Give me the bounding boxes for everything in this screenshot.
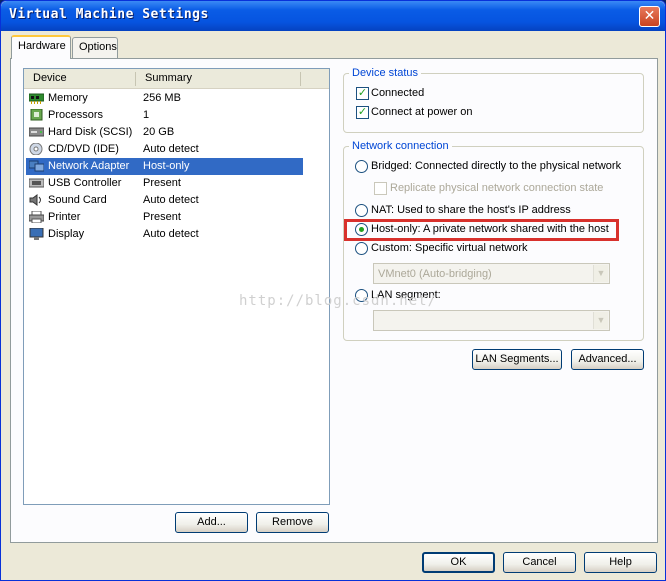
help-button-label: Help (609, 556, 632, 568)
add-button-label: Add... (197, 516, 226, 528)
title-bar[interactable]: Virtual Machine Settings ✕ (1, 1, 665, 31)
advanced-button[interactable]: Advanced... (571, 349, 644, 370)
custom-label[interactable]: Custom: Specific virtual network (371, 242, 528, 254)
connected-checkbox[interactable]: ✓ (356, 87, 369, 100)
list-item-printer[interactable]: Printer Present (26, 209, 303, 226)
device-summary: Auto detect (143, 194, 199, 206)
device-summary: Auto detect (143, 228, 199, 240)
device-name: Network Adapter (48, 160, 130, 172)
device-name: CD/DVD (IDE) (48, 143, 119, 155)
lan-segments-button[interactable]: LAN Segments... (472, 349, 562, 370)
network-connection-title: Network connection (349, 140, 452, 152)
device-summary: Present (143, 211, 181, 223)
column-header-device[interactable]: Device (24, 69, 136, 89)
annotation-highlight-box (344, 219, 619, 241)
column-header-summary-label: Summary (145, 72, 193, 84)
custom-network-select[interactable]: VMnet0 (Auto-bridging) ▼ (373, 263, 610, 284)
cancel-button[interactable]: Cancel (503, 552, 576, 573)
hard-disk-icon (28, 126, 45, 138)
network-adapter-icon (28, 160, 45, 172)
connect-at-power-on-checkbox[interactable]: ✓ (356, 106, 369, 119)
column-header-device-label: Device (33, 72, 67, 84)
nat-radio[interactable] (355, 204, 368, 217)
list-item-hard-disk[interactable]: Hard Disk (SCSI) 20 GB (26, 124, 303, 141)
device-name: Sound Card (48, 194, 107, 206)
list-item-cd-dvd[interactable]: CD/DVD (IDE) Auto detect (26, 141, 303, 158)
speaker-icon (29, 194, 44, 206)
column-header-summary[interactable]: Summary (136, 69, 301, 89)
device-name: Processors (48, 109, 104, 121)
tab-hardware[interactable]: Hardware (11, 35, 71, 59)
cancel-button-label: Cancel (522, 556, 557, 568)
advanced-button-label: Advanced... (578, 353, 637, 365)
bridged-radio[interactable] (355, 160, 368, 173)
tab-options-label: Options (79, 41, 117, 53)
connected-label[interactable]: Connected (371, 87, 424, 99)
window-title: Virtual Machine Settings (9, 7, 209, 22)
chevron-down-icon[interactable]: ▼ (593, 312, 608, 329)
help-button[interactable]: Help (584, 552, 657, 573)
list-item-memory[interactable]: Memory 256 MB (26, 90, 303, 107)
device-list[interactable]: Device Summary Memory 256 MB Processors … (23, 68, 330, 505)
watermark: http://blog.csdn.net/ (239, 293, 438, 309)
remove-button[interactable]: Remove (256, 512, 329, 533)
custom-radio[interactable] (355, 242, 368, 255)
printer-icon (28, 210, 45, 224)
custom-network-select-value: VMnet0 (Auto-bridging) (378, 268, 492, 280)
device-name: Printer (48, 211, 81, 223)
nat-label[interactable]: NAT: Used to share the host's IP address (371, 204, 571, 216)
ok-button-label: OK (450, 556, 467, 568)
tab-hardware-label: Hardware (18, 40, 66, 52)
monitor-icon (29, 227, 44, 240)
replicate-checkbox[interactable] (374, 182, 387, 195)
processor-icon (29, 108, 44, 121)
device-status-title: Device status (349, 67, 422, 79)
device-name: USB Controller (48, 177, 122, 189)
device-status-group (343, 73, 644, 133)
lan-segment-select[interactable]: ▼ (373, 310, 610, 331)
ok-button[interactable]: OK (422, 552, 495, 573)
list-item-display[interactable]: Display Auto detect (26, 226, 303, 243)
device-summary: 20 GB (143, 126, 175, 138)
device-summary: 256 MB (143, 92, 181, 104)
device-summary: Host-only (143, 160, 190, 172)
device-name: Memory (48, 92, 88, 104)
list-item-sound-card[interactable]: Sound Card Auto detect (26, 192, 303, 209)
add-button[interactable]: Add... (175, 512, 248, 533)
remove-button-label: Remove (272, 516, 313, 528)
tab-options[interactable]: Options (72, 37, 118, 58)
usb-icon (28, 177, 45, 189)
list-item-usb-controller[interactable]: USB Controller Present (26, 175, 303, 192)
list-item-network-adapter[interactable]: Network Adapter Host-only (26, 158, 303, 175)
list-item-processors[interactable]: Processors 1 (26, 107, 303, 124)
device-summary: 1 (143, 109, 150, 121)
column-header-filler (301, 69, 329, 89)
close-button[interactable]: ✕ (639, 6, 660, 27)
bridged-label[interactable]: Bridged: Connected directly to the physi… (371, 160, 621, 172)
connect-at-power-on-label[interactable]: Connect at power on (371, 106, 473, 118)
replicate-label[interactable]: Replicate physical network connection st… (390, 182, 603, 194)
settings-dialog: Virtual Machine Settings ✕ Hardware Opti… (0, 0, 666, 581)
device-name: Display (48, 228, 85, 240)
chevron-down-icon[interactable]: ▼ (593, 265, 608, 282)
device-name: Hard Disk (SCSI) (48, 126, 133, 138)
lan-segments-button-label: LAN Segments... (475, 353, 559, 365)
device-summary: Present (143, 177, 181, 189)
memory-icon (28, 92, 45, 104)
device-summary: Auto detect (143, 143, 199, 155)
cd-dvd-icon (29, 142, 44, 156)
